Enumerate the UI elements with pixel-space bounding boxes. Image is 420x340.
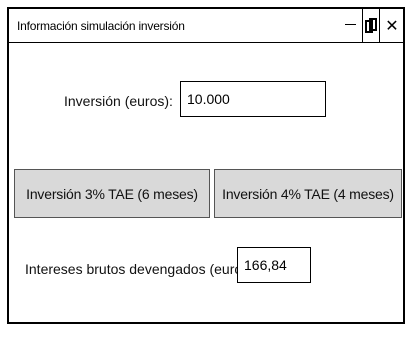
investment-label: Inversión (euros): [64,93,173,109]
investment-value: 10.000 [187,91,230,107]
close-button[interactable]: ✕ [381,9,403,42]
invest-3-percent-button[interactable]: Inversión 3% TAE (6 meses) [14,169,210,218]
minimize-button[interactable] [339,9,361,42]
interest-output[interactable]: 166,84 [237,247,311,283]
title-bar: Información simulación inversión ✕ [9,9,403,43]
link-icon [365,17,377,33]
link-button[interactable] [362,9,380,42]
simulation-window: Información simulación inversión ✕ Inver… [7,7,405,324]
minimize-icon [344,24,356,25]
investment-input[interactable]: 10.000 [180,81,326,117]
close-icon: ✕ [385,17,399,35]
interest-value: 166,84 [244,257,287,273]
interest-label: Intereses brutos devengados (euros): [25,261,258,277]
invest-4-percent-button[interactable]: Inversión 4% TAE (4 meses) [214,169,402,218]
window-title: Información simulación inversión [17,19,185,33]
